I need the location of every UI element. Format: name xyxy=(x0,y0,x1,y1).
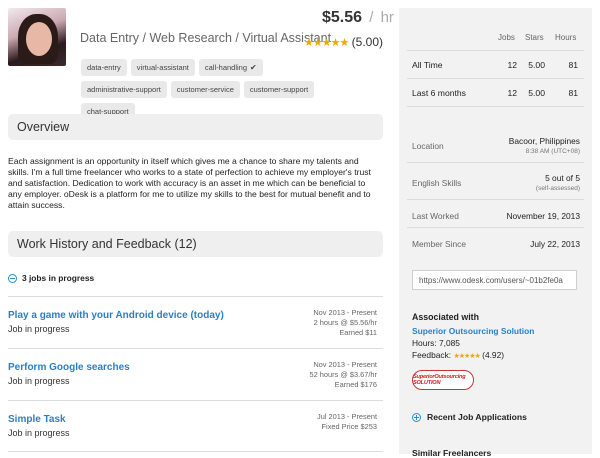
agency-feedback-label: Feedback: xyxy=(412,350,452,360)
member-since-value: July 22, 2013 xyxy=(530,239,580,249)
stats-header-hours: Hours xyxy=(555,33,577,42)
job-status: Job in progress xyxy=(8,376,70,386)
skill-tags: data-entry virtual-assistant call-handli… xyxy=(81,59,351,120)
job-title-link[interactable]: Perform Google searches xyxy=(8,362,130,373)
job-meta: Nov 2013 - Present 52 hours @ $3.67/hr E… xyxy=(310,360,378,390)
job-rate: Fixed Price $253 xyxy=(321,422,377,431)
skill-tag[interactable]: customer-service xyxy=(170,81,240,98)
divider xyxy=(8,451,383,452)
agency-hours: Hours: 7,085 xyxy=(412,338,460,348)
jobs-in-progress-toggle[interactable]: 3 jobs in progress xyxy=(8,273,94,283)
job-title-link[interactable]: Play a game with your Android device (to… xyxy=(8,310,224,321)
agency-feedback: Feedback: ★★★★★ (4.92) xyxy=(412,350,504,360)
collapse-icon xyxy=(8,273,17,283)
rating-stars-icon: ★★★★★ xyxy=(304,37,349,49)
photo-face xyxy=(26,22,52,56)
english-label: English Skills xyxy=(412,178,462,188)
divider xyxy=(8,348,383,349)
skill-tag[interactable]: virtual-assistant xyxy=(130,59,195,76)
check-icon: ✔ xyxy=(250,63,257,72)
stats-row-label: Last 6 months xyxy=(412,88,466,98)
divider xyxy=(407,78,584,79)
stats-jobs: 12 xyxy=(507,60,517,70)
work-history-header: Work History and Feedback (12) xyxy=(8,231,383,257)
agency-logo[interactable]: SuperiorOutsourcing SOLUTION xyxy=(412,370,474,390)
profile-url-field[interactable] xyxy=(412,270,577,290)
overview-text: Each assignment is an opportunity in its… xyxy=(8,156,371,210)
job-row: Simple Task Job in progress Jul 2013 - P… xyxy=(8,400,383,452)
jobs-in-progress-label: 3 jobs in progress xyxy=(22,273,95,283)
agency-stars-icon: ★★★★★ xyxy=(453,353,480,360)
stats-header-jobs: Jobs xyxy=(498,33,515,42)
agency-logo-text: SuperiorOutsourcing SOLUTION xyxy=(413,374,466,386)
job-meta: Jul 2013 - Present Fixed Price $253 xyxy=(317,412,377,432)
overview-header: Overview xyxy=(8,114,383,140)
divider xyxy=(407,50,584,51)
hourly-rate: $5.56 / hr xyxy=(322,9,394,27)
last-worked-value: November 19, 2013 xyxy=(506,211,580,221)
job-row: Play a game with your Android device (to… xyxy=(8,296,383,348)
job-meta: Nov 2013 - Present 2 hours @ $5.56/hr Ea… xyxy=(313,308,377,338)
agency-link[interactable]: Superior Outsourcing Solution xyxy=(412,326,534,336)
job-earned: Earned $11 xyxy=(339,328,377,337)
stats-stars: 5.00 xyxy=(528,60,545,70)
profile-photo xyxy=(8,8,66,66)
stats-hours: 81 xyxy=(568,60,578,70)
skill-tag[interactable]: data-entry xyxy=(81,59,127,76)
location-label: Location xyxy=(412,141,444,151)
job-dates: Jul 2013 - Present xyxy=(317,412,377,421)
divider xyxy=(8,296,383,297)
english-value: 5 out of 5 xyxy=(545,173,580,183)
profile-rating: ★★★★★ (5.00) xyxy=(304,35,383,49)
job-rate: 52 hours @ $3.67/hr xyxy=(309,370,378,379)
job-earned: Earned $176 xyxy=(334,380,377,389)
skill-tag-verified[interactable]: call-handling ✔ xyxy=(198,59,263,76)
job-dates: Nov 2013 - Present xyxy=(313,308,377,317)
divider xyxy=(8,400,383,401)
job-title-link[interactable]: Simple Task xyxy=(8,414,66,425)
agency-feedback-value: (4.92) xyxy=(482,350,505,360)
skill-tag[interactable]: administrative-support xyxy=(81,81,167,98)
rating-value: (5.00) xyxy=(351,35,384,49)
divider xyxy=(407,199,584,200)
job-row: Perform Google searches Job in progress … xyxy=(8,348,383,400)
stats-hours: 81 xyxy=(568,88,578,98)
last-worked-label: Last Worked xyxy=(412,211,459,221)
stats-jobs: 12 xyxy=(507,88,517,98)
stats-row-label: All Time xyxy=(412,60,443,70)
sidebar: Jobs Stars Hours All Time 12 5.00 81 Las… xyxy=(399,8,592,458)
profile-title: Data Entry / Web Research / Virtual Assi… xyxy=(80,31,332,45)
skill-tag-label: call-handling xyxy=(204,63,248,72)
local-time: 8:38 AM (UTC+08) xyxy=(525,148,580,155)
divider xyxy=(407,227,584,228)
job-status: Job in progress xyxy=(8,428,70,438)
stats-stars: 5.00 xyxy=(528,88,545,98)
rate-amount: $5.56 xyxy=(322,9,363,26)
job-status: Job in progress xyxy=(8,324,70,334)
member-since-label: Member Since xyxy=(412,239,466,249)
job-rate: 2 hours @ $5.56/hr xyxy=(313,318,377,327)
skill-tag[interactable]: customer-support xyxy=(243,81,315,98)
english-sub: (self-assessed) xyxy=(535,185,580,192)
associated-with-title: Associated with xyxy=(412,312,479,322)
stats-header-stars: Stars xyxy=(525,33,544,42)
divider xyxy=(407,106,584,107)
rate-separator: / xyxy=(369,9,374,26)
divider xyxy=(407,162,584,163)
expand-icon xyxy=(412,412,421,422)
recent-applications-label: Recent Job Applications xyxy=(427,412,527,422)
job-dates: Nov 2013 - Present xyxy=(313,360,377,369)
location-value: Bacoor, Philippines xyxy=(508,136,580,146)
recent-applications-toggle[interactable]: Recent Job Applications xyxy=(412,412,527,422)
rate-unit: hr xyxy=(380,9,394,26)
similar-freelancers-title: Similar Freelancers xyxy=(412,448,492,458)
